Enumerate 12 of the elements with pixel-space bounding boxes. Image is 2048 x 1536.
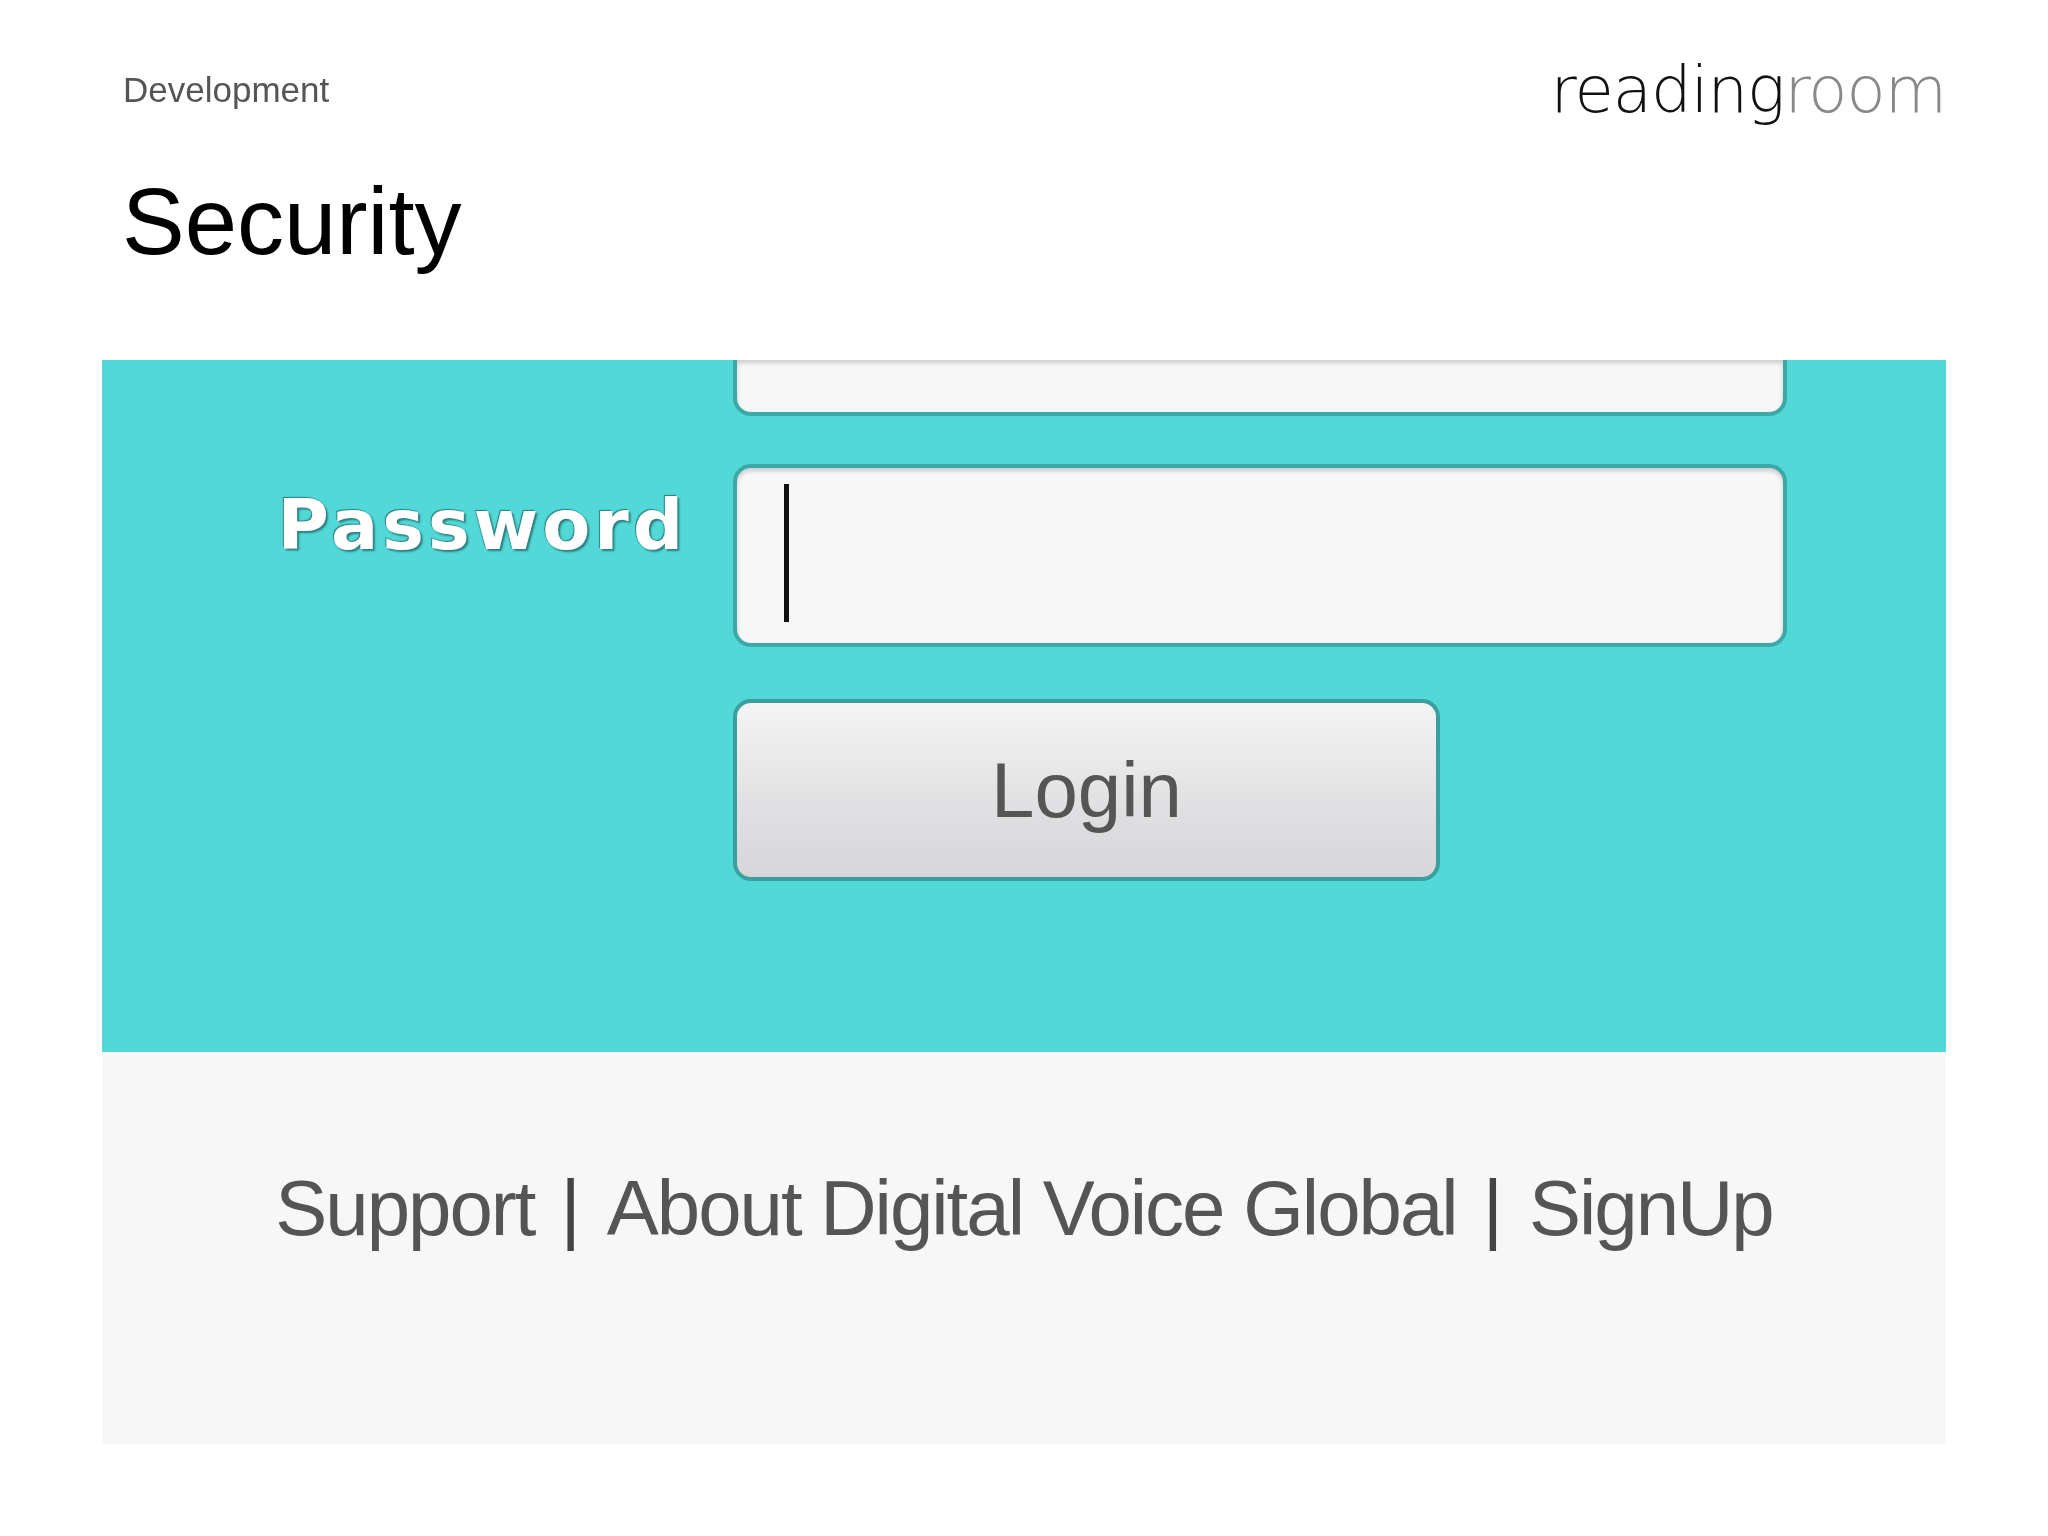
link-separator: | (1482, 1162, 1503, 1254)
footer-link[interactable]: SignUp (1528, 1162, 1773, 1254)
field-label: Password (277, 484, 687, 566)
footer-link[interactable]: Support (275, 1162, 535, 1254)
section-label: Development (123, 70, 330, 110)
link-separator: | (560, 1162, 581, 1254)
slide-title: Security (122, 168, 463, 276)
login-button[interactable]: Login (733, 699, 1440, 881)
footer-link[interactable]: About Digital Voice Global (606, 1162, 1457, 1254)
logo: readingroom (1550, 53, 1946, 127)
password-field[interactable] (733, 464, 1787, 647)
text-field[interactable] (733, 360, 1787, 416)
